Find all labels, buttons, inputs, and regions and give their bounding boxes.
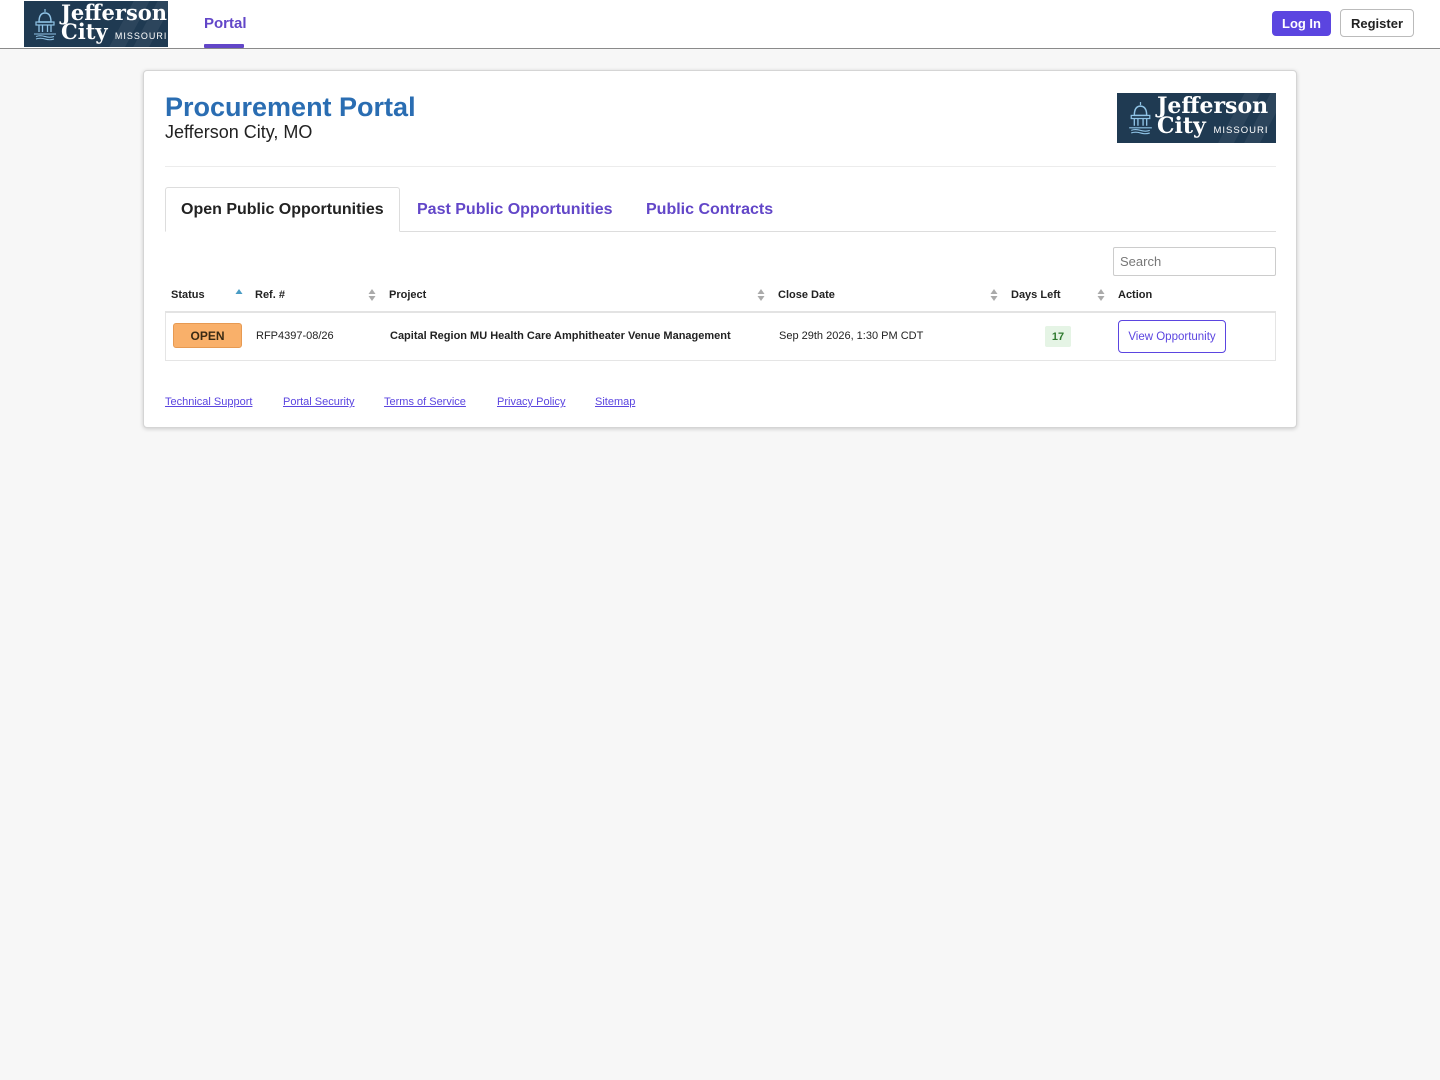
table-row: OPEN RFP4397-08/26 Capital Region MU Hea… [165,313,1276,361]
header-logo: Jefferson City MISSOURI [1117,93,1276,143]
nav-tab-indicator [204,44,244,48]
column-header-ref[interactable]: Ref. # [255,289,285,301]
tab-public-contracts[interactable]: Public Contracts [646,187,773,232]
header-divider [165,166,1276,167]
column-header-close-date[interactable]: Close Date [778,289,835,301]
header-logo-state: MISSOURI [1213,124,1269,136]
view-opportunity-button[interactable]: View Opportunity [1118,320,1226,353]
column-header-action: Action [1118,289,1153,301]
ref-number: RFP4397-08/26 [256,330,334,342]
column-header-status[interactable]: Status [171,289,205,301]
jefferson-city-logo[interactable]: Jefferson City MISSOURI [24,1,168,47]
login-button[interactable]: Log In [1272,11,1331,36]
logo-line2: City [61,18,108,44]
register-button[interactable]: Register [1340,9,1414,37]
sort-icon[interactable] [757,287,765,303]
footer-link-privacy-policy[interactable]: Privacy Policy [497,396,565,408]
sort-ascending-icon[interactable] [235,287,243,303]
tab-open-public-opportunities[interactable]: Open Public Opportunities [165,187,400,232]
footer-link-technical-support[interactable]: Technical Support [165,396,252,408]
capitol-dome-icon [34,9,56,41]
logo-state: MISSOURI [114,30,168,41]
page-title: Procurement Portal [165,92,416,122]
tab-past-public-opportunities[interactable]: Past Public Opportunities [417,187,613,232]
page-subtitle: Jefferson City, MO [165,122,313,142]
footer-link-portal-security[interactable]: Portal Security [283,396,355,408]
capitol-dome-icon [1129,102,1152,135]
header-logo-line2: City [1157,112,1206,139]
footer-link-sitemap[interactable]: Sitemap [595,396,635,408]
column-header-project[interactable]: Project [389,289,426,301]
column-header-days-left[interactable]: Days Left [1011,289,1061,301]
footer-link-terms-of-service[interactable]: Terms of Service [384,396,466,408]
close-date: Sep 29th 2026, 1:30 PM CDT [779,330,924,342]
days-left-badge: 17 [1045,326,1071,347]
procurement-card: Procurement Portal Jefferson City, MO Je… [143,70,1297,428]
project-name: Capital Region MU Health Care Amphitheat… [390,330,731,342]
top-nav: Jefferson City MISSOURI Portal Log In Re… [0,0,1440,49]
sort-icon[interactable] [990,287,998,303]
sort-icon[interactable] [1097,287,1105,303]
sort-icon[interactable] [368,287,376,303]
nav-tab-portal[interactable]: Portal [204,15,247,32]
status-badge: OPEN [173,323,242,348]
search-input[interactable] [1113,247,1276,276]
